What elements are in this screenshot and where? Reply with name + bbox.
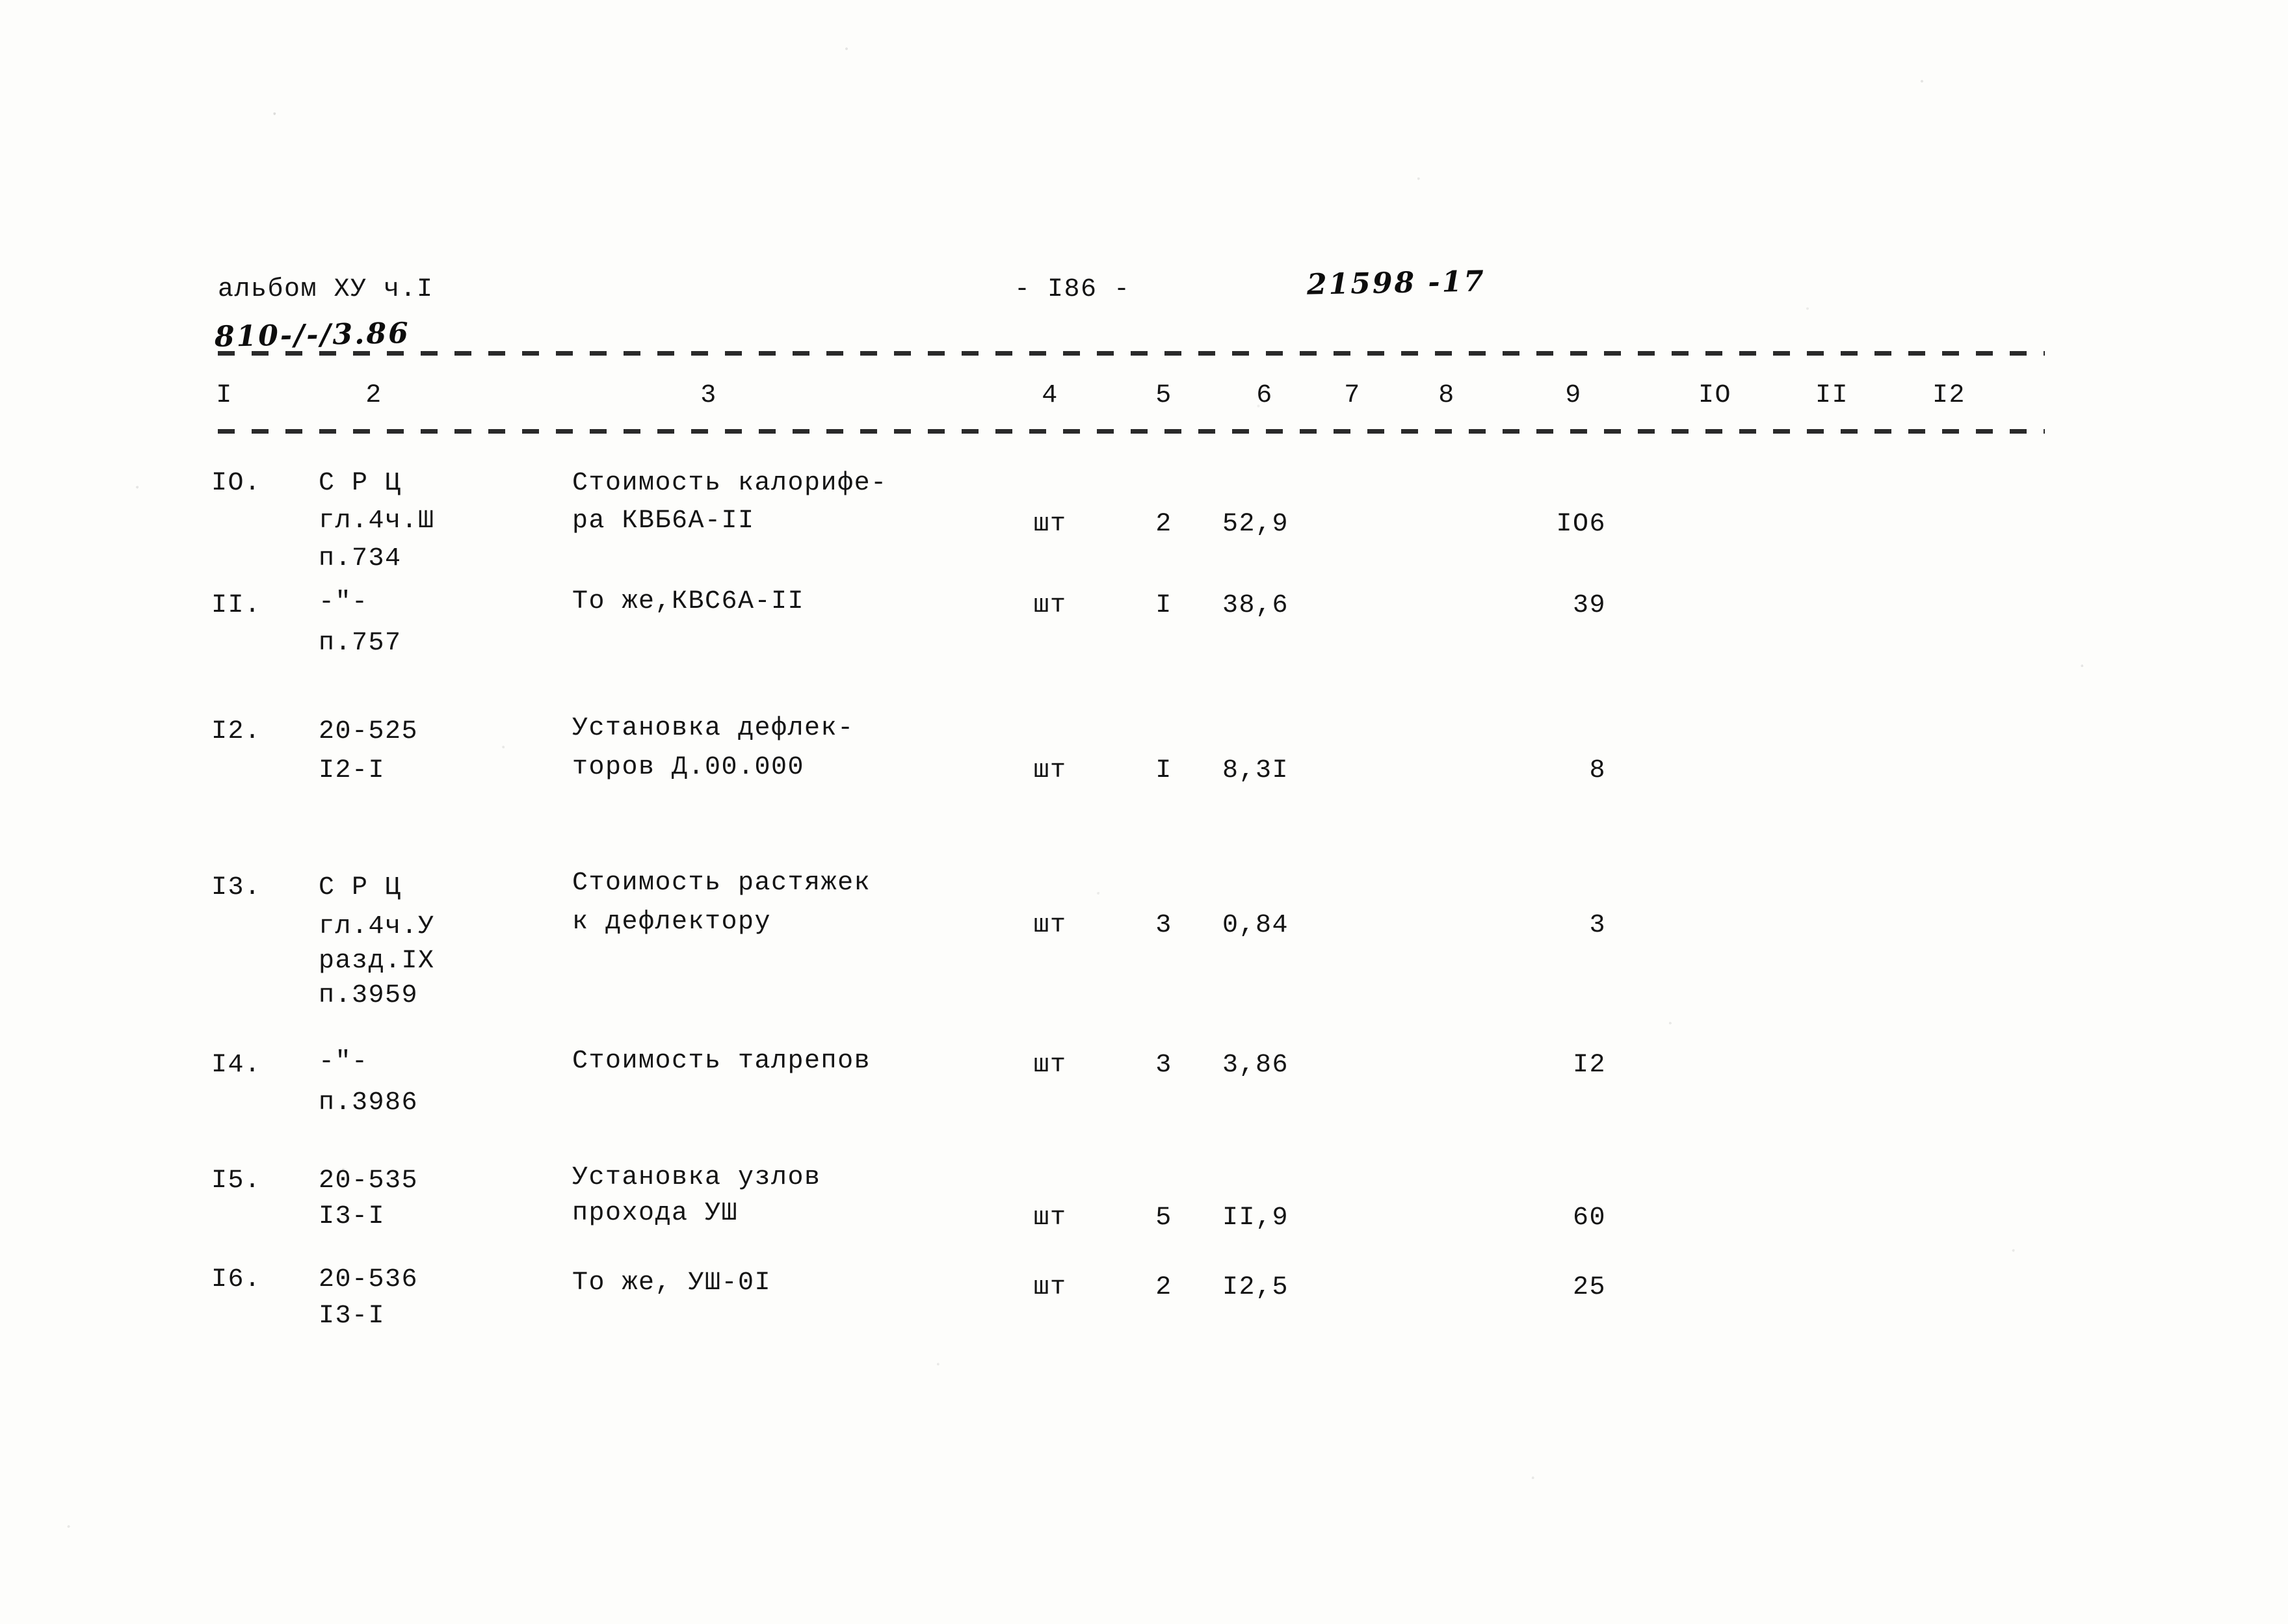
row-price: 3,86 (1222, 1051, 1289, 1080)
row-code-line: 20-536 (319, 1265, 419, 1294)
row-code-line: разд.IХ (319, 947, 435, 976)
column-header-4: 4 (1042, 381, 1059, 410)
row-number: II. (211, 591, 261, 620)
scan-noise-overlay (0, 0, 2288, 1624)
column-header-7: 7 (1344, 381, 1361, 410)
row-code-line: I2-I (319, 756, 386, 785)
row-code-line: гл.4ч.У (319, 912, 435, 941)
row-description-line: торов Д.00.000 (572, 753, 805, 782)
row-unit: шт (1033, 591, 1067, 620)
row-description-line: Установка узлов (572, 1163, 821, 1192)
row-quantity: I (1155, 591, 1172, 620)
row-unit: шт (1033, 911, 1067, 940)
row-code-line: п.757 (319, 629, 402, 658)
row-quantity: I (1155, 756, 1172, 785)
row-code-line: I3-I (319, 1202, 386, 1231)
row-code-line: п.734 (319, 544, 402, 573)
row-quantity: 5 (1155, 1203, 1172, 1233)
row-description-line: Стоимость калорифе- (572, 469, 888, 498)
row-unit: шт (1033, 756, 1067, 785)
row-total: 3 (1589, 911, 1606, 940)
row-code-line: I3-I (319, 1302, 386, 1331)
doc-number-handwritten: 21598 -17 (1306, 265, 1486, 302)
column-header-6: 6 (1256, 381, 1273, 410)
column-header-2: 2 (365, 381, 382, 410)
row-price: 8,3I (1222, 756, 1289, 785)
row-number: IO. (211, 469, 261, 498)
row-description-line: Стоимость талрепов (572, 1047, 871, 1076)
row-description-line: Установка дефлек- (572, 714, 854, 743)
row-price: 52,9 (1222, 510, 1289, 539)
row-price: 38,6 (1222, 591, 1289, 620)
row-quantity: 2 (1155, 510, 1172, 539)
row-description-line: То же, УШ-0I (572, 1268, 772, 1298)
row-total: 25 (1572, 1273, 1606, 1302)
row-description-line: ра КВБ6А-II (572, 506, 755, 536)
row-total: IO6 (1556, 510, 1606, 539)
column-header-9: 9 (1565, 381, 1582, 410)
row-description-line: прохода УШ (572, 1199, 739, 1228)
row-code-line: п.3986 (319, 1088, 419, 1118)
column-header-10: IO (1698, 381, 1731, 410)
row-unit: шт (1033, 1273, 1067, 1302)
row-description-line: к дефлектору (572, 908, 772, 937)
column-header-8: 8 (1438, 381, 1455, 410)
row-total: 39 (1572, 591, 1606, 620)
column-header-12: I2 (1932, 381, 1966, 410)
row-quantity: 3 (1155, 1051, 1172, 1080)
row-number: I4. (211, 1051, 261, 1080)
table-rule-below-headers (218, 429, 2045, 434)
column-header-3: 3 (700, 381, 717, 410)
row-description-line: Стоимость растяжек (572, 869, 871, 898)
row-price: II,9 (1222, 1203, 1289, 1233)
row-code-line: п.3959 (319, 981, 419, 1010)
album-code-handwritten: 810-/-/3.86 (214, 317, 411, 354)
row-number: I3. (211, 873, 261, 902)
row-code-line: С Р Ц (319, 873, 402, 902)
row-code-line: -"- (319, 588, 369, 617)
row-number: I5. (211, 1166, 261, 1196)
row-unit: шт (1033, 510, 1067, 539)
row-code-line: 20-535 (319, 1166, 419, 1196)
row-description-line: То же,КВС6А-II (572, 587, 805, 616)
scanned-page: альбом ХУ ч.I 810-/-/3.86 - I86 - 21598 … (0, 0, 2288, 1624)
table-rule-top (218, 351, 2045, 356)
column-header-11: II (1815, 381, 1848, 410)
row-code-line: 20-525 (319, 717, 419, 746)
album-label: альбом ХУ ч.I (218, 275, 434, 304)
row-quantity: 2 (1155, 1273, 1172, 1302)
row-total: 8 (1589, 756, 1606, 785)
row-total: I2 (1572, 1051, 1606, 1080)
row-price: 0,84 (1222, 911, 1289, 940)
column-header-1: I (216, 381, 233, 410)
row-price: I2,5 (1222, 1273, 1289, 1302)
row-code-line: -"- (319, 1047, 369, 1077)
row-number: I2. (211, 717, 261, 746)
page-number: - I86 - (1014, 275, 1131, 304)
row-code-line: гл.4ч.Ш (319, 506, 435, 536)
row-unit: шт (1033, 1203, 1067, 1233)
row-unit: шт (1033, 1051, 1067, 1080)
row-number: I6. (211, 1265, 261, 1294)
column-header-5: 5 (1155, 381, 1172, 410)
row-total: 60 (1572, 1203, 1606, 1233)
row-quantity: 3 (1155, 911, 1172, 940)
row-code-line: С Р Ц (319, 469, 402, 498)
